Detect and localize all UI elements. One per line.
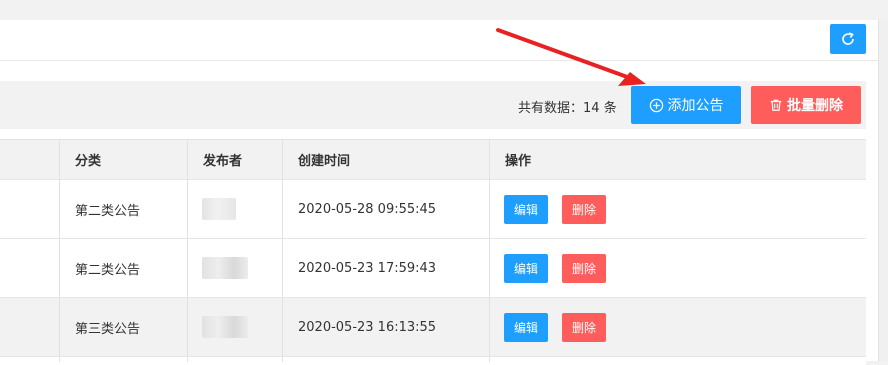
category-cell: 第三类公告 [75, 321, 141, 337]
batch-delete-label: 批量删除 [787, 98, 843, 114]
edit-button[interactable]: 编辑 [504, 313, 548, 342]
table-row[interactable]: 第三类公告 2020-05-23 16:13:55 编辑 删除 [0, 298, 866, 357]
count-unit: 条 [603, 101, 617, 116]
record-count: 共有数据：14 条 [518, 97, 617, 116]
column-divider [282, 140, 283, 362]
announcement-table: 分类 发布者 创建时间 操作 第二类公告 2020-05-28 09:55:45… [0, 139, 866, 365]
column-header-created-time[interactable]: 创建时间 [298, 140, 350, 179]
column-divider [489, 140, 490, 362]
scrollbar-track[interactable] [878, 20, 888, 361]
column-divider [59, 140, 60, 362]
created-time-cell: 2020-05-23 17:59:43 [298, 260, 437, 276]
table-row-partial [0, 357, 866, 365]
table-header-row: 分类 发布者 创建时间 操作 [0, 140, 866, 180]
publisher-blurred [202, 257, 248, 279]
delete-button[interactable]: 删除 [562, 313, 606, 342]
table-row[interactable]: 第二类公告 2020-05-23 17:59:43 编辑 删除 [0, 239, 866, 298]
created-time-cell: 2020-05-23 16:13:55 [298, 319, 437, 335]
add-announcement-label: 添加公告 [667, 98, 724, 114]
edit-button[interactable]: 编辑 [504, 254, 548, 283]
column-header-actions[interactable]: 操作 [505, 140, 531, 179]
delete-button[interactable]: 删除 [562, 195, 606, 224]
count-label: 共有数据： [518, 101, 584, 116]
count-value: 14 [583, 101, 600, 116]
plus-circle-icon [649, 98, 664, 113]
column-divider [187, 140, 188, 362]
created-time-cell: 2020-05-28 09:55:45 [298, 201, 437, 217]
category-cell: 第二类公告 [75, 262, 141, 278]
category-cell: 第二类公告 [75, 203, 141, 219]
edit-button[interactable]: 编辑 [504, 195, 548, 224]
header-divider [0, 60, 878, 61]
delete-button[interactable]: 删除 [562, 254, 606, 283]
trash-icon [769, 98, 783, 112]
batch-delete-button[interactable]: 批量删除 [751, 86, 861, 124]
publisher-blurred [202, 198, 236, 220]
refresh-button[interactable] [830, 24, 866, 54]
top-strip [0, 0, 888, 20]
publisher-blurred [202, 316, 248, 338]
column-header-category[interactable]: 分类 [75, 140, 101, 179]
column-header-publisher[interactable]: 发布者 [203, 140, 242, 179]
refresh-icon [842, 32, 854, 45]
add-announcement-button[interactable]: 添加公告 [631, 86, 741, 124]
table-row[interactable]: 第二类公告 2020-05-28 09:55:45 编辑 删除 [0, 180, 866, 239]
